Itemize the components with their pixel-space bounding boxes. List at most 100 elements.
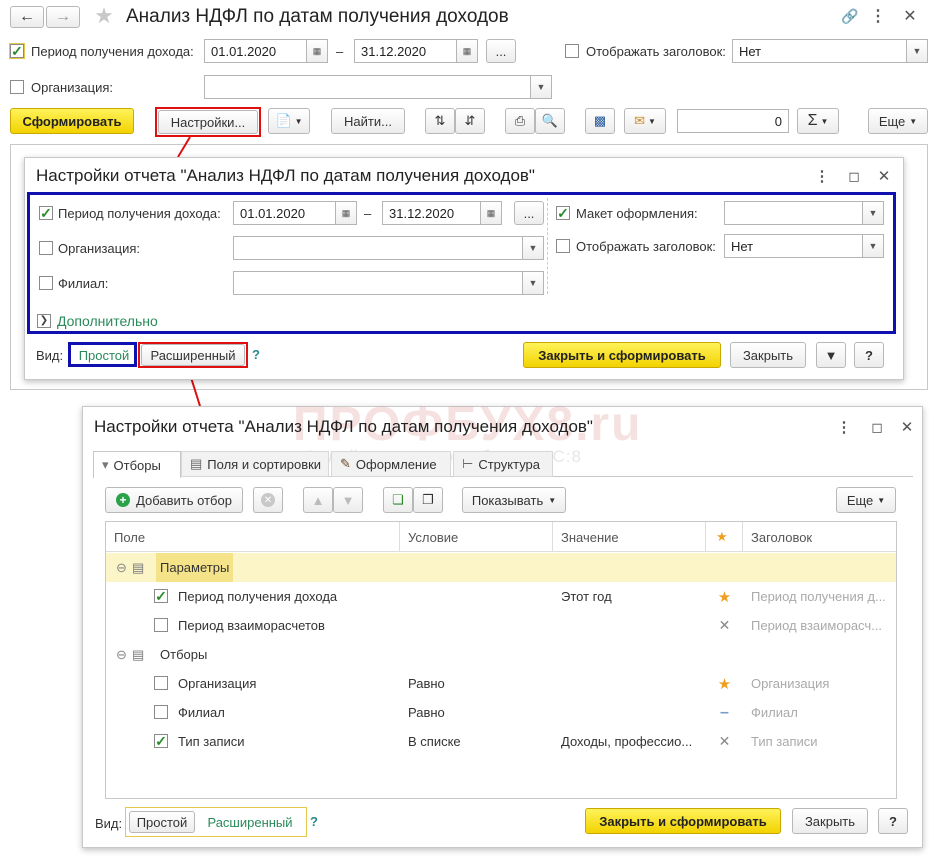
row-value: Доходы, професcио...	[561, 734, 693, 749]
help-link[interactable]: ?	[310, 814, 318, 829]
view-label: Вид:	[36, 348, 64, 363]
row-checkbox[interactable]: ✓	[154, 589, 168, 603]
delete-icon: ✕	[261, 493, 275, 507]
table-row[interactable]: ✓ Период получения дохода Этот год ★ Пер…	[106, 582, 896, 611]
row-checkbox[interactable]	[154, 618, 168, 632]
help-button[interactable]: ?	[854, 342, 884, 368]
filter-icon: ▾	[102, 457, 109, 472]
close-and-form-button[interactable]: Закрыть и сформировать	[585, 808, 781, 834]
copy-icon: ❐	[422, 492, 434, 507]
show-button[interactable]: Показывать ▼	[462, 487, 566, 513]
view-label: Вид:	[95, 816, 123, 831]
maximize-icon[interactable]: ◻	[868, 417, 886, 437]
more-button[interactable]: Еще ▼	[836, 487, 896, 513]
tab-fields[interactable]: ▤ Поля и сортировки	[181, 451, 329, 477]
menu-dots-icon[interactable]: ⋮	[815, 166, 830, 186]
arrow-up-icon: ▲	[311, 492, 325, 508]
group-label: Параметры	[156, 553, 234, 582]
collapse-icon[interactable]: ⊖	[116, 553, 128, 582]
filter-button[interactable]: ▼	[816, 342, 846, 368]
row-field: Тип записи	[178, 734, 245, 749]
row-value	[561, 669, 706, 698]
add-filter-button[interactable]: + Добавить отбор	[105, 487, 243, 513]
view-simple[interactable]: Простой	[129, 811, 195, 833]
row-header: Период получения д...	[751, 589, 886, 604]
row-field: Период взаиморасчетов	[178, 618, 325, 633]
delete-button[interactable]: ✕	[253, 487, 283, 513]
close-and-form-button[interactable]: Закрыть и сформировать	[523, 342, 721, 368]
group-button[interactable]: ❏	[383, 487, 413, 513]
row-value: Этот год	[561, 589, 612, 604]
tab-layout[interactable]: ✎ Оформление	[331, 451, 451, 477]
add-filter-label: Добавить отбор	[136, 492, 232, 508]
row-field: Филиал	[178, 705, 225, 720]
params-icon: ▤	[132, 559, 145, 575]
filters-group-icon: ▤	[132, 646, 145, 662]
table-row[interactable]: Организация Равно ★ Организация	[106, 669, 896, 698]
row-value	[561, 698, 706, 727]
col-use-star-icon[interactable]: ★	[706, 522, 743, 552]
plus-icon: +	[116, 493, 131, 507]
close-icon[interactable]: ✕	[875, 166, 893, 186]
move-down-button[interactable]: ▼	[333, 487, 363, 513]
table-header: Поле Условие Значение ★ Заголовок	[106, 522, 896, 552]
close-button[interactable]: Закрыть	[792, 808, 868, 834]
row-checkbox[interactable]	[154, 705, 168, 719]
col-value[interactable]: Значение	[553, 522, 706, 552]
help-link[interactable]: ?	[252, 347, 260, 362]
group-icon: ❏	[392, 492, 404, 507]
row-field: Организация	[178, 676, 257, 691]
tab-label: Поля и сортировки	[207, 456, 322, 472]
collapse-icon[interactable]: ⊖	[116, 640, 128, 669]
fields-icon: ▤	[190, 456, 203, 471]
table-row[interactable]: ✓ Тип записи В списке Доходы, професcио.…	[106, 727, 896, 756]
copy-button[interactable]: ❐	[413, 487, 443, 513]
help-button[interactable]: ?	[878, 808, 908, 834]
star-icon[interactable]: ★	[706, 669, 743, 698]
arrow-down-icon: ▼	[341, 492, 355, 508]
table-row[interactable]: Период взаиморасчетов ✕ Период взаиморас…	[106, 611, 896, 640]
table-row[interactable]: Филиал Равно – Филиал	[106, 698, 896, 727]
view-extended[interactable]: Расширенный	[197, 811, 303, 833]
col-condition[interactable]: Условие	[400, 522, 553, 552]
dialog2-title: Настройки отчета "Анализ НДФЛ по датам п…	[94, 417, 593, 436]
show-label: Показывать	[471, 492, 544, 508]
group-row-filters[interactable]: ⊖ ▤ Отборы	[106, 640, 896, 669]
filter-icon: ▼	[824, 347, 838, 363]
dash-icon[interactable]: –	[706, 698, 743, 727]
row-condition: Равно	[408, 676, 445, 691]
cross-icon[interactable]: ✕	[706, 611, 743, 640]
simple-view-highlight	[68, 342, 137, 367]
cross-icon[interactable]: ✕	[706, 727, 743, 756]
tab-label: Оформление	[355, 456, 437, 472]
more-label: Еще	[846, 492, 874, 508]
tab-label: Структура	[478, 456, 541, 472]
extended-view-highlight	[138, 342, 248, 368]
tab-filters[interactable]: ▾ Отборы	[93, 451, 181, 478]
structure-icon: ⊢	[462, 456, 474, 471]
close-button[interactable]: Закрыть	[730, 342, 806, 368]
group-row-params[interactable]: ⊖ ▤ Параметры	[106, 553, 896, 582]
row-checkbox[interactable]: ✓	[154, 734, 168, 748]
group-label: Отборы	[160, 647, 208, 662]
close-icon[interactable]: ✕	[898, 417, 916, 437]
row-condition	[408, 582, 553, 611]
maximize-icon[interactable]: ◻	[845, 166, 863, 186]
simple-params-highlight	[27, 192, 896, 334]
row-header: Организация	[751, 676, 830, 691]
row-header: Тип записи	[751, 734, 818, 749]
col-header[interactable]: Заголовок	[743, 522, 896, 552]
move-up-button[interactable]: ▲	[303, 487, 333, 513]
row-header: Филиал	[751, 705, 798, 720]
row-condition	[408, 611, 553, 640]
tab-structure[interactable]: ⊢ Структура	[453, 451, 553, 477]
col-field[interactable]: Поле	[106, 522, 400, 552]
brush-icon: ✎	[340, 456, 351, 471]
star-icon[interactable]: ★	[706, 582, 743, 611]
row-header: Период взаиморасч...	[751, 618, 883, 633]
settings-dialog-extended: ПРОФБУХ8.ru Онлайн-курсы по работе в 1С:…	[82, 398, 923, 848]
row-checkbox[interactable]	[154, 676, 168, 690]
menu-dots-icon[interactable]: ⋮	[837, 417, 852, 437]
row-value	[561, 611, 706, 640]
tab-label: Отборы	[113, 457, 161, 473]
